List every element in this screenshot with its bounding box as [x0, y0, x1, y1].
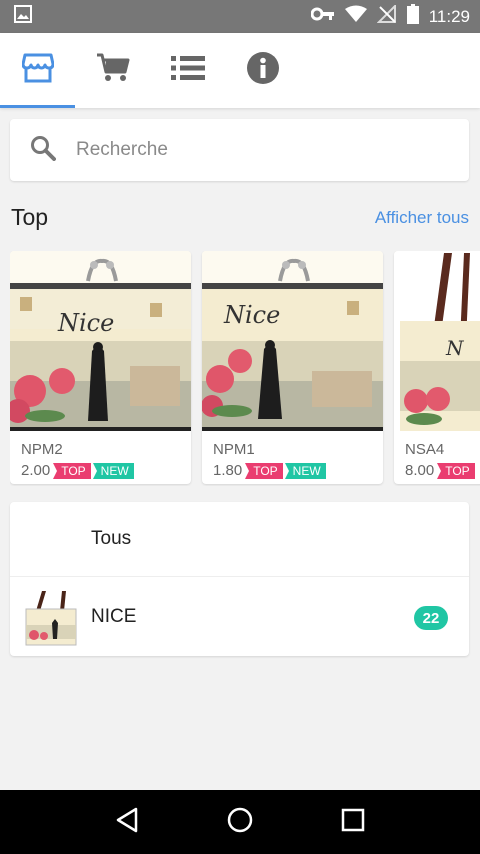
top-tab-bar [0, 33, 480, 108]
svg-text:N: N [445, 336, 465, 360]
tab-list[interactable] [150, 33, 225, 108]
product-name: NSA4 [405, 441, 445, 458]
svg-text:Nice: Nice [57, 309, 114, 337]
image-icon [14, 5, 32, 28]
vpn-key-icon [310, 7, 335, 26]
back-button[interactable] [107, 802, 147, 842]
recents-button[interactable] [333, 802, 373, 842]
back-icon [115, 807, 139, 838]
product-price: 2.00 [21, 462, 51, 479]
category-label: Tous [91, 528, 132, 549]
info-icon [246, 52, 279, 89]
section-title-top: Top [11, 204, 49, 230]
product-price-row: 1.80 TOP NEW [213, 462, 328, 479]
product-name: NPM2 [21, 441, 63, 458]
search-icon[interactable] [30, 135, 56, 166]
system-nav-bar [0, 790, 480, 854]
product-card[interactable]: Nice NPM1 1.80 TOP NEW [202, 251, 383, 484]
product-price: 1.80 [213, 462, 243, 479]
no-signal-icon [376, 3, 397, 28]
top-badge: TOP [53, 462, 91, 479]
category-label: NICE [91, 606, 137, 627]
product-card[interactable]: N NSA4 8.00 TOP [394, 251, 480, 484]
product-carousel[interactable]: Nice NPM2 2.00 TOP NEW Nice NPM1 1.80 TO… [10, 251, 480, 486]
product-card[interactable]: Nice NPM2 2.00 TOP NEW [10, 251, 191, 484]
store-icon [21, 53, 54, 88]
category-item-all[interactable]: Tous [10, 502, 469, 577]
search-input[interactable] [76, 139, 436, 161]
category-thumbnail [22, 589, 80, 647]
see-all-link[interactable]: Afficher tous [375, 208, 469, 228]
tab-info[interactable] [225, 33, 300, 108]
product-image: Nice [202, 251, 383, 431]
tab-store[interactable] [0, 33, 75, 108]
list-icon [170, 54, 205, 87]
wifi-icon [344, 5, 367, 28]
tab-cart[interactable] [75, 33, 150, 108]
top-badge: TOP [437, 462, 475, 479]
home-button[interactable] [220, 802, 260, 842]
new-badge: NEW [92, 462, 134, 479]
home-icon [227, 807, 253, 838]
product-price: 8.00 [405, 462, 435, 479]
new-badge: NEW [284, 462, 326, 479]
svg-text:Nice: Nice [223, 301, 280, 329]
product-price-row: 2.00 TOP NEW [21, 462, 136, 479]
status-time: 11:29 [428, 6, 470, 26]
product-image: N [394, 251, 480, 431]
product-price-row: 8.00 TOP [405, 462, 477, 479]
recents-icon [341, 808, 365, 837]
product-name: NPM1 [213, 441, 255, 458]
category-count-badge: 22 [414, 606, 448, 630]
category-item-nice[interactable]: NICE 22 [10, 578, 469, 656]
category-list: Tous NICE 22 [10, 502, 469, 656]
status-bar: 11:29 [0, 0, 480, 33]
cart-icon [96, 53, 130, 88]
search-bar[interactable] [10, 119, 469, 181]
product-image: Nice [10, 251, 191, 431]
battery-icon [406, 4, 419, 29]
top-badge: TOP [245, 462, 283, 479]
